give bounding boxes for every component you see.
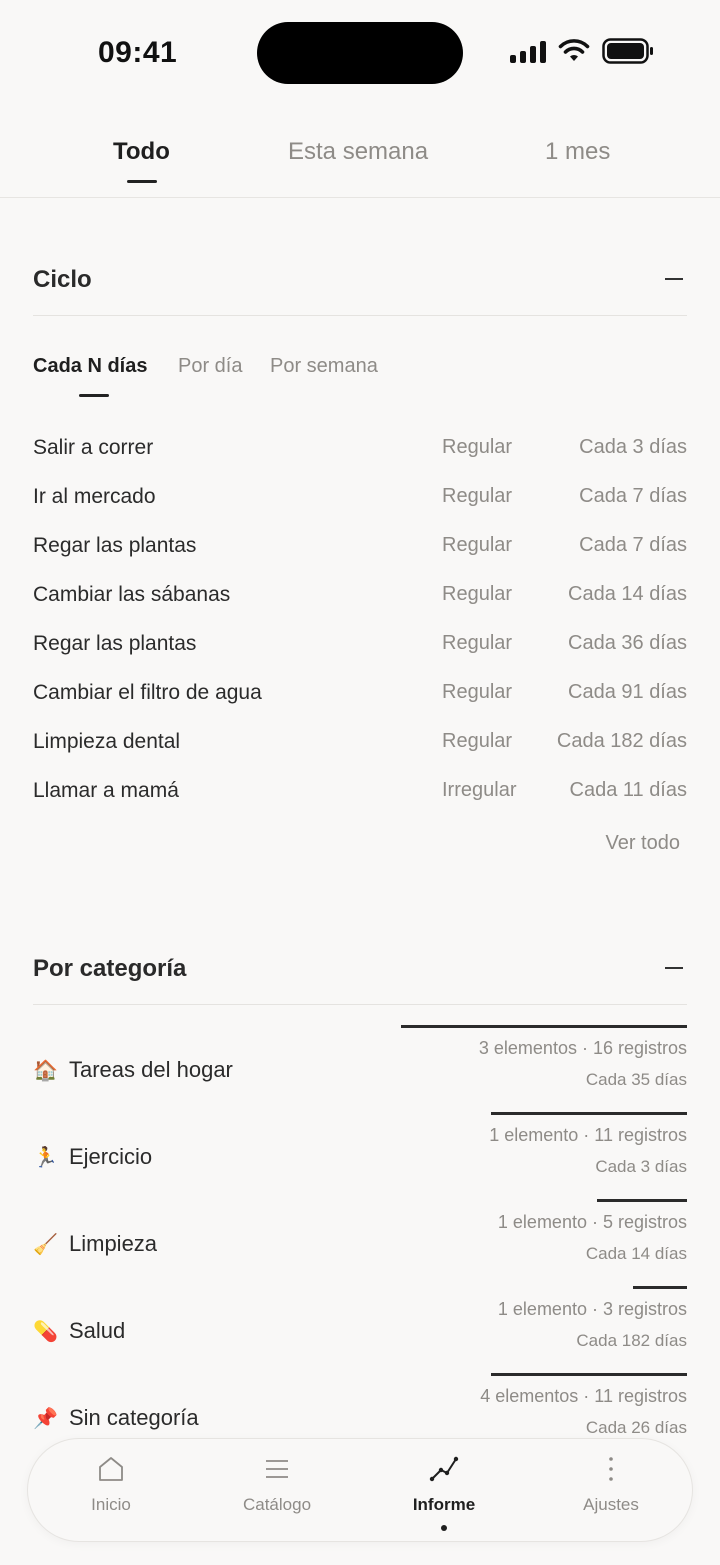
cycle-frequency: Cada 14 días <box>568 583 687 605</box>
cycle-name: Llamar a mamá <box>33 779 179 802</box>
cycle-frequency: Cada 11 días <box>569 779 688 801</box>
category-share-bar <box>401 1025 687 1028</box>
nav-label: Informe <box>412 1495 476 1514</box>
cycle-row[interactable]: Regar las plantas Regular Cada 7 días <box>33 534 687 574</box>
pushpin-icon: 📌 <box>33 1408 58 1430</box>
category-counts: 3 elementos · 16 registros <box>478 1038 687 1058</box>
cycle-name: Salir a correr <box>33 436 154 459</box>
runner-icon: 🏃 <box>33 1147 58 1169</box>
category-section-title: Por categoría <box>33 955 187 982</box>
active-subtab-indicator <box>79 394 109 397</box>
nav-catalogo[interactable]: Catálogo <box>194 1439 360 1543</box>
tab-1-mes[interactable]: 1 mes <box>545 138 610 166</box>
category-share-bar <box>491 1373 687 1376</box>
period-tabs: Todo Esta semana 1 mes <box>0 118 720 198</box>
dynamic-island <box>257 22 463 84</box>
list-icon <box>266 1460 288 1478</box>
cycle-frequency: Cada 36 días <box>568 632 687 654</box>
see-all-link[interactable]: Ver todo <box>605 832 680 855</box>
cycle-row[interactable]: Limpieza dental Regular Cada 182 días <box>33 730 687 770</box>
category-share-bar <box>597 1199 687 1202</box>
cycle-row[interactable]: Llamar a mamá Irregular Cada 11 días <box>33 779 687 819</box>
active-tab-indicator <box>127 180 157 183</box>
cycle-frequency: Cada 182 días <box>556 730 687 752</box>
section-divider <box>33 1004 687 1005</box>
wifi-icon <box>558 39 590 61</box>
cycle-type: Regular <box>442 730 513 752</box>
nav-informe[interactable]: Informe <box>361 1439 527 1543</box>
cycle-type: Regular <box>442 485 513 507</box>
tab-esta-semana[interactable]: Esta semana <box>288 138 428 166</box>
status-bar: 09:41 <box>0 0 720 100</box>
category-counts: 1 elemento · 3 registros <box>497 1299 687 1319</box>
cycle-name: Cambiar las sábanas <box>33 583 231 606</box>
broom-icon: 🧹 <box>33 1234 58 1256</box>
tab-todo[interactable]: Todo <box>113 138 170 166</box>
category-counts: 4 elementos · 11 registros <box>480 1386 687 1406</box>
nav-inicio[interactable]: Inicio <box>28 1439 194 1543</box>
category-frequency: Cada 3 días <box>595 1157 687 1176</box>
nav-label: Catálogo <box>242 1495 312 1514</box>
battery-icon <box>602 38 653 64</box>
category-row[interactable]: 🏠 Tareas del hogar 3 elementos · 16 regi… <box>33 1025 687 1111</box>
cycle-row[interactable]: Regar las plantas Regular Cada 36 días <box>33 632 687 672</box>
cycle-row[interactable]: Ir al mercado Regular Cada 7 días <box>33 485 687 525</box>
category-frequency: Cada 35 días <box>585 1070 687 1089</box>
category-row[interactable]: 🏃 Ejercicio 1 elemento · 11 registros Ca… <box>33 1112 687 1198</box>
cycle-name: Regar las plantas <box>33 534 197 557</box>
nav-label: Ajustes <box>583 1495 639 1514</box>
cycle-type: Regular <box>442 534 513 556</box>
category-counts: 1 elemento · 11 registros <box>489 1125 687 1145</box>
category-name: Ejercicio <box>69 1144 153 1169</box>
pill-icon: 💊 <box>33 1321 58 1343</box>
cycle-frequency: Cada 3 días <box>579 436 687 458</box>
section-divider <box>33 315 687 316</box>
cycle-frequency: Cada 7 días <box>579 534 687 556</box>
status-time: 09:41 <box>98 36 178 69</box>
subtab-por-dia[interactable]: Por día <box>178 355 242 378</box>
category-share-bar <box>633 1286 687 1289</box>
category-counts: 1 elemento · 5 registros <box>497 1212 687 1232</box>
cycle-type: Regular <box>442 632 513 654</box>
subtab-por-semana[interactable]: Por semana <box>270 355 378 378</box>
cycle-name: Ir al mercado <box>33 485 156 508</box>
category-name: Tareas del hogar <box>69 1057 233 1082</box>
bottom-navigation: Inicio Catálogo Informe Ajustes <box>27 1438 693 1542</box>
cycle-row[interactable]: Cambiar las sábanas Regular Cada 14 días <box>33 583 687 623</box>
cycle-row[interactable]: Salir a correr Regular Cada 3 días <box>33 436 687 476</box>
cycle-type: Regular <box>442 583 513 605</box>
cycle-frequency: Cada 91 días <box>568 681 687 703</box>
category-row[interactable]: 💊 Salud 1 elemento · 3 registros Cada 18… <box>33 1286 687 1372</box>
cellular-signal-icon <box>510 39 546 63</box>
cycle-type: Regular <box>442 436 513 458</box>
cycle-name: Limpieza dental <box>33 730 181 753</box>
more-vertical-icon <box>609 1457 613 1481</box>
category-frequency: Cada 14 días <box>585 1244 687 1263</box>
cycle-frequency: Cada 7 días <box>579 485 687 507</box>
home-icon <box>99 1457 123 1481</box>
category-name: Limpieza <box>69 1231 158 1256</box>
collapse-icon[interactable] <box>665 278 683 280</box>
category-frequency: Cada 26 días <box>585 1418 687 1437</box>
chart-line-icon <box>429 1456 459 1482</box>
nav-ajustes[interactable]: Ajustes <box>528 1439 694 1543</box>
category-frequency: Cada 182 días <box>576 1331 687 1350</box>
cycle-type: Irregular <box>442 779 517 801</box>
subtab-cada-n-dias[interactable]: Cada N días <box>33 355 147 378</box>
collapse-icon[interactable] <box>665 967 683 969</box>
category-row[interactable]: 🧹 Limpieza 1 elemento · 5 registros Cada… <box>33 1199 687 1285</box>
cycle-type: Regular <box>442 681 513 703</box>
category-name: Salud <box>69 1318 126 1343</box>
cycle-row[interactable]: Cambiar el filtro de agua Regular Cada 9… <box>33 681 687 721</box>
category-name: Sin categoría <box>69 1405 199 1430</box>
house-icon: 🏠 <box>33 1060 58 1082</box>
category-share-bar <box>491 1112 687 1115</box>
nav-label: Inicio <box>91 1495 131 1514</box>
status-icons <box>510 38 654 64</box>
active-nav-indicator <box>441 1525 447 1531</box>
cycle-name: Regar las plantas <box>33 632 197 655</box>
cycle-section-title: Ciclo <box>33 266 92 293</box>
cycle-name: Cambiar el filtro de agua <box>33 681 262 704</box>
